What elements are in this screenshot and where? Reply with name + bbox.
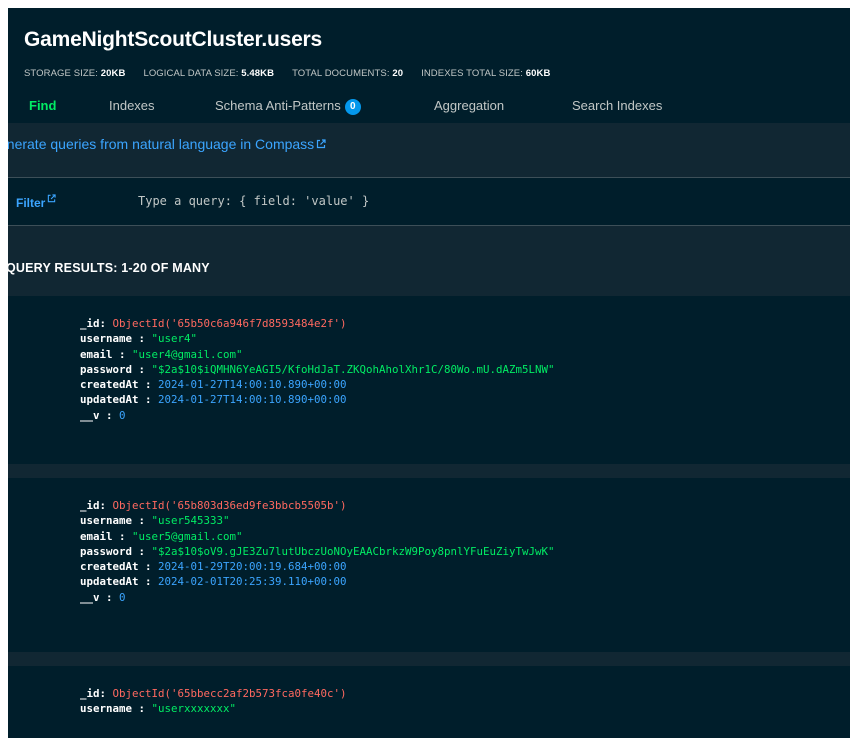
field-updated-at: updatedAt : 2024-01-27T14:00:10.890+00:0… bbox=[80, 393, 347, 407]
stat-logical-data-size: LOGICAL DATA SIZE: 5.48KB bbox=[143, 68, 275, 79]
field-password: password : "$2a$10$iQMHN6YeAGI5/KfoHdJaT… bbox=[80, 362, 555, 376]
field-version: __v : 0 bbox=[80, 590, 126, 604]
tab-find[interactable]: Find bbox=[29, 98, 56, 122]
compass-natural-language-link[interactable]: enerate queries from natural language in… bbox=[8, 136, 326, 152]
external-link-icon bbox=[316, 136, 326, 152]
anti-patterns-count-badge: 0 bbox=[344, 99, 361, 115]
document-divider bbox=[8, 652, 850, 666]
collection-header: GameNightScoutCluster.users STORAGE SIZE… bbox=[8, 8, 850, 123]
field-created-at: createdAt : 2024-01-29T20:00:19.684+00:0… bbox=[80, 560, 347, 574]
tab-indexes[interactable]: Indexes bbox=[109, 98, 155, 122]
field-email: email : "user4@gmail.com" bbox=[80, 347, 243, 361]
collection-stats: STORAGE SIZE: 20KB LOGICAL DATA SIZE: 5.… bbox=[24, 68, 550, 79]
document-card[interactable]: _id: ObjectId('65b50c6a946f7d8593484e2f'… bbox=[8, 296, 850, 464]
field-username: username : "user4" bbox=[80, 332, 198, 346]
document-divider bbox=[8, 464, 850, 478]
tab-schema-anti-patterns[interactable]: Schema Anti-Patterns 0 bbox=[215, 98, 361, 122]
field-password: password : "$2a$10$oV9.gJE3Zu7lutUbczUoN… bbox=[80, 544, 555, 558]
compass-window: GameNightScoutCluster.users STORAGE SIZE… bbox=[8, 8, 850, 738]
field-version: __v : 0 bbox=[80, 408, 126, 422]
collection-tabs: Find Indexes Schema Anti-Patterns 0 Aggre… bbox=[8, 98, 850, 122]
field-username: username : "user545333" bbox=[80, 514, 230, 528]
collection-title: GameNightScoutCluster.users bbox=[24, 28, 323, 51]
tab-aggregation[interactable]: Aggregation bbox=[434, 98, 504, 122]
query-results-title: QUERY RESULTS: 1-20 OF MANY bbox=[8, 261, 210, 275]
filter-bar: Filter bbox=[8, 177, 850, 226]
document-card[interactable]: _id: ObjectId('65b803d36ed9fe3bbcb5505b'… bbox=[8, 478, 850, 652]
field-username: username : "userxxxxxxx" bbox=[80, 702, 237, 716]
natural-language-banner: enerate queries from natural language in… bbox=[8, 123, 850, 177]
document-card[interactable]: _id: ObjectId('65bbecc2af2b573fca0fe40c'… bbox=[8, 666, 850, 738]
field-id: _id: ObjectId('65bbecc2af2b573fca0fe40c'… bbox=[80, 687, 347, 700]
stat-storage-size: STORAGE SIZE: 20KB bbox=[24, 68, 126, 79]
field-email: email : "user5@gmail.com" bbox=[80, 529, 243, 543]
tab-search-indexes[interactable]: Search Indexes bbox=[572, 98, 662, 122]
field-created-at: createdAt : 2024-01-27T14:00:10.890+00:0… bbox=[80, 378, 347, 392]
external-link-icon bbox=[47, 192, 56, 206]
field-id: _id: ObjectId('65b50c6a946f7d8593484e2f'… bbox=[80, 317, 347, 330]
filter-query-input[interactable] bbox=[78, 184, 778, 218]
filter-label-link[interactable]: Filter bbox=[16, 192, 56, 210]
query-results-header: QUERY RESULTS: 1-20 OF MANY bbox=[8, 226, 850, 296]
field-id: _id: ObjectId('65b803d36ed9fe3bbcb5505b'… bbox=[80, 499, 347, 512]
stat-indexes-total-size: INDEXES TOTAL SIZE: 60KB bbox=[421, 68, 551, 79]
stat-total-documents: TOTAL DOCUMENTS: 20 bbox=[292, 68, 404, 79]
field-updated-at: updatedAt : 2024-02-01T20:25:39.110+00:0… bbox=[80, 575, 347, 589]
